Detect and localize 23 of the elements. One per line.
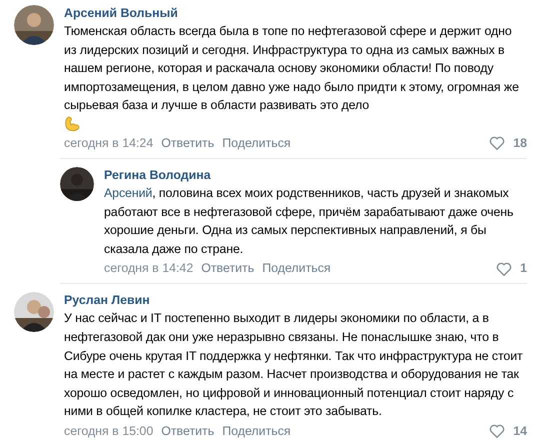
reply-link[interactable]: Ответить	[161, 134, 214, 152]
author-name[interactable]: Арсений Вольный	[64, 5, 178, 22]
comment-time[interactable]: сегодня в 14:42	[104, 260, 194, 278]
author-name[interactable]: Регина Володина	[104, 166, 211, 184]
comment-time[interactable]: сегодня в 14:24	[64, 134, 154, 152]
comment-text: Тюменская область всегда была в топе по нефтегазовой сфере и держит одно из лидерских позиций и сегодня. Инфраструктура то одна из самых важных в нашем регионе, которая и раскачала основу экономики области! По поводу импортозамещения, в целом давно уже надо было придти к этому, огромная же сырьевая база и лучше в области развивать это дело	[64, 23, 520, 114]
author-name[interactable]: Руслан Левин	[64, 292, 150, 310]
share-link[interactable]: Поделиться	[262, 260, 331, 278]
comment-time[interactable]: сегодня в 15:00	[64, 422, 154, 440]
mention-link[interactable]: Арсений	[104, 186, 152, 200]
flexed-biceps-icon	[64, 116, 80, 133]
reply-link[interactable]: Ответить	[201, 260, 254, 278]
comment-text: У нас сейчас и IT постепенно выходит в лидеры экономики по области, а в нефтегазовой дак они уже неразрывно связаны. Не понаслышке знаю, что в Сибуре очень крутая IT поддержка у нефтянки. Так что инфраструктура не стоит на месте и растет с каждым разом. Насчет производства и оборудования не так хорошо осведомлен, но цифровой и инновационный потенциал стоит наряду с ними в общей копилке кластера, не стоит это забывать.	[64, 310, 524, 420]
heart-icon[interactable]	[489, 424, 506, 438]
share-link[interactable]: Поделиться	[222, 422, 291, 440]
comment-text: Арсений, половина всех моих родственников, часть друзей и знакомых работают все в нефтегазовой сфере, причём зарабатывают даже очень хорошие деньги. Одна из самых перспективных направлений, я бы сказала даже по стране.	[104, 184, 514, 258]
like-count: 14	[513, 422, 527, 440]
like-count: 1	[520, 260, 527, 278]
reply-link[interactable]: Ответить	[161, 422, 214, 440]
like-count: 18	[513, 134, 527, 152]
heart-icon[interactable]	[489, 136, 506, 150]
heart-icon[interactable]	[496, 262, 512, 276]
share-link[interactable]: Поделиться	[222, 134, 291, 152]
